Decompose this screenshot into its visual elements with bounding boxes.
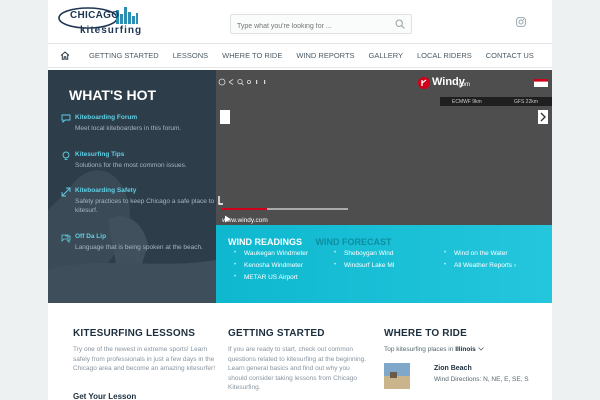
ride-state-selector[interactable]: Top kitesurfing places in Illinois — [384, 346, 544, 353]
home-icon — [60, 51, 70, 60]
lightbulb-icon — [62, 151, 70, 161]
hot-item-desc: Safety practices to keep Chicago a safe … — [75, 198, 215, 214]
search-box — [230, 14, 412, 36]
where-to-ride-title[interactable]: WHERE TO RIDE — [384, 328, 544, 339]
get-lesson-link[interactable]: Get Your Lesson — [73, 392, 136, 400]
windy-video-player[interactable]: Windy .com ECMWF 9km GFS 22km www.windy.… — [216, 70, 552, 225]
forecast-models: ECMWF 9km GFS 22km — [440, 97, 552, 106]
video-progress-fill — [222, 208, 268, 210]
wind-panel: WIND READINGS WIND FORECAST Waukegan Win… — [216, 225, 552, 303]
chat-icon — [61, 114, 71, 123]
model-left[interactable]: ECMWF 9km — [452, 99, 482, 105]
hot-item-title[interactable]: Kitesurfing Tips — [75, 151, 124, 158]
hot-item-title[interactable]: Kiteboarding Safety — [75, 187, 136, 194]
instagram-icon[interactable] — [516, 17, 526, 27]
nav-item-gallery[interactable]: GALLERY — [362, 51, 410, 60]
video-progress-bar[interactable] — [222, 208, 348, 210]
next-arrow-icon[interactable] — [538, 110, 548, 124]
hot-item-title[interactable]: Off Da Lip — [75, 233, 106, 240]
hot-item-title[interactable]: Kiteboarding Forum — [75, 114, 137, 121]
getting-started-section: GETTING STARTED If you are ready to star… — [228, 328, 368, 393]
logo-text-top: CHICAGO — [70, 10, 120, 21]
wind-link[interactable]: Kenosha Windmeter — [234, 262, 303, 269]
safety-icon — [61, 187, 71, 197]
logo-text-bottom: kitesurfing — [80, 25, 143, 36]
model-right[interactable]: GFS 22km — [514, 99, 538, 105]
nav-item-contact-us[interactable]: CONTACT US — [479, 51, 541, 60]
getting-started-title[interactable]: GETTING STARTED — [228, 328, 368, 339]
tab-wind-readings[interactable]: WIND READINGS — [228, 237, 302, 247]
ride-spot[interactable]: Zion Beach Wind Directions: N, NE, E, SE… — [384, 363, 544, 393]
speech-icon — [61, 234, 71, 243]
hot-item-desc: Language that is being spoken at the bea… — [75, 244, 203, 251]
lessons-body: Try one of the newest in extreme sports!… — [73, 346, 215, 372]
lessons-title[interactable]: KITESURFING LESSONS — [73, 328, 218, 339]
chevron-down-icon[interactable] — [477, 347, 484, 351]
video-controls-icon[interactable] — [218, 78, 266, 86]
hot-item-desc: Solutions for the most common issues. — [75, 162, 187, 169]
search-input[interactable] — [231, 17, 381, 36]
beach-thumbnail[interactable] — [384, 363, 410, 389]
windy-logo-icon — [418, 77, 430, 89]
nav-item-local-riders[interactable]: LOCAL RIDERS — [410, 51, 479, 60]
whats-hot-panel: WHAT'S HOT Kiteboarding Forum Meet local… — [48, 70, 216, 303]
wind-tabs: WIND READINGS WIND FORECAST — [228, 232, 400, 250]
windy-brand[interactable]: Windy .com — [418, 76, 470, 94]
page: CHICAGO kitesurfing GETTING STARTED LESS… — [48, 0, 552, 400]
hero-section: WHAT'S HOT Kiteboarding Forum Meet local… — [48, 70, 552, 303]
lessons-section: KITESURFING LESSONS Try one of the newes… — [73, 328, 218, 400]
where-to-ride-section: WHERE TO RIDE Top kitesurfing places in … — [384, 328, 544, 400]
nav-item-where-to-ride[interactable]: WHERE TO RIDE — [215, 51, 289, 60]
wind-link[interactable]: Windsurf Lake MI — [334, 262, 394, 269]
wind-link[interactable]: Sheboygan Wind — [334, 250, 393, 257]
nav-item-wind-reports[interactable]: WIND REPORTS — [289, 51, 361, 60]
windy-brand-suffix: .com — [457, 82, 471, 88]
spot-wind: Wind Directions: N, NE, E, SE, S — [434, 376, 529, 383]
wind-link[interactable]: Wind on the Water — [444, 250, 508, 257]
flag-icon[interactable] — [534, 79, 548, 87]
wind-link[interactable]: METAR US Airport — [234, 274, 298, 281]
site-header: CHICAGO kitesurfing — [48, 0, 552, 44]
prev-arrow[interactable] — [220, 110, 230, 124]
ride-sub-prefix: Top kitesurfing places in — [384, 346, 454, 353]
nav-item-getting-started[interactable]: GETTING STARTED — [82, 51, 166, 60]
nav-home[interactable] — [48, 51, 82, 60]
search-icon[interactable] — [395, 19, 405, 29]
spot-name[interactable]: Zion Beach — [434, 365, 472, 372]
nav-item-lessons[interactable]: LESSONS — [166, 51, 215, 60]
tab-wind-forecast[interactable]: WIND FORECAST — [315, 237, 391, 247]
hot-item-desc: Meet local kiteboarders in this forum. — [75, 125, 182, 132]
scrubber-handle-icon[interactable] — [218, 196, 224, 206]
wind-link[interactable]: Waukegan Windmeter — [234, 250, 308, 257]
getting-started-body: If you are ready to start, check out com… — [228, 346, 367, 391]
video-source-url[interactable]: www.windy.com — [222, 217, 268, 224]
wind-link[interactable]: All Weather Reports › — [444, 262, 516, 269]
whats-hot-title: WHAT'S HOT — [69, 87, 157, 103]
ride-state[interactable]: Illinois — [455, 346, 476, 353]
main-nav: GETTING STARTED LESSONS WHERE TO RIDE WI… — [48, 44, 552, 68]
site-logo[interactable]: CHICAGO kitesurfing — [58, 6, 148, 40]
